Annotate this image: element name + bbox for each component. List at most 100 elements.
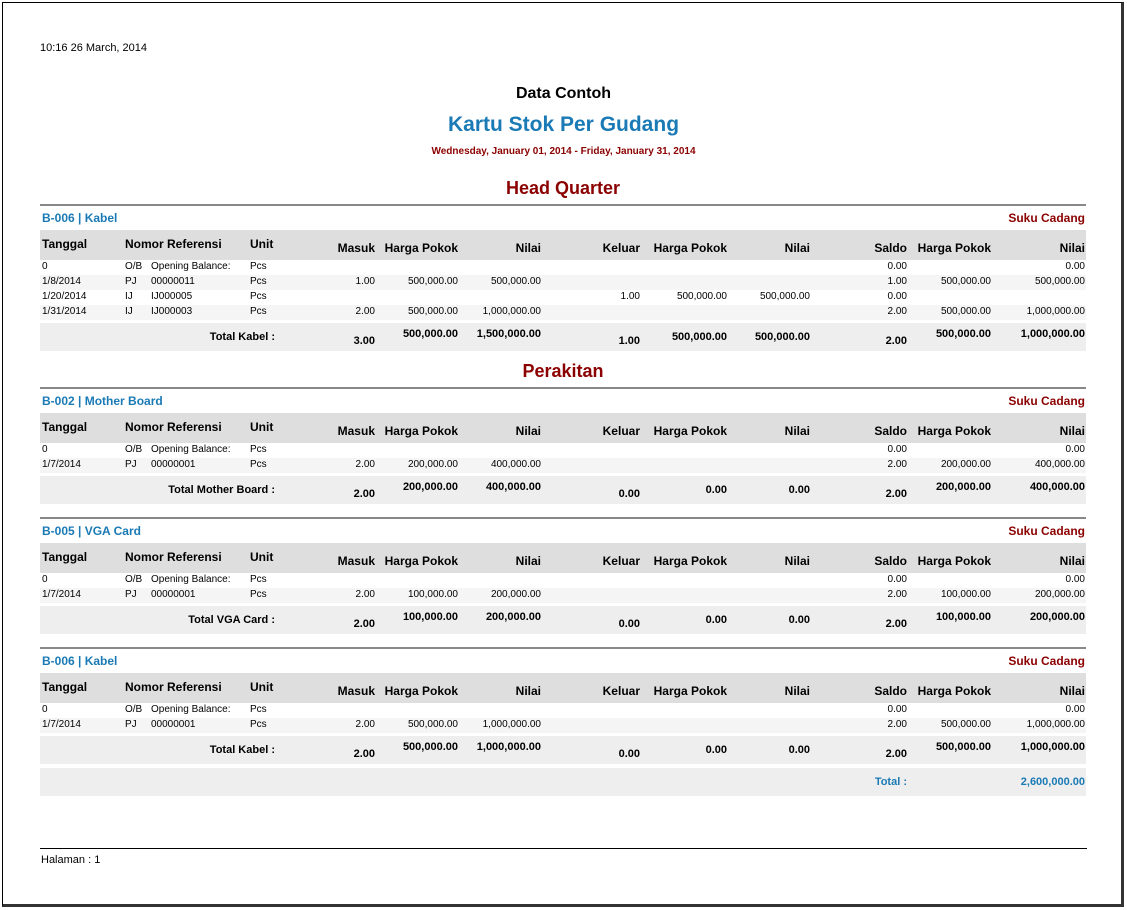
column-header-nilai-saldo: Nilai bbox=[1059, 554, 1085, 568]
table-cell: 0 bbox=[42, 261, 48, 272]
table-cell: 1.00 bbox=[620, 291, 640, 302]
table-cell: Pcs bbox=[250, 589, 267, 600]
table-row: 0 O/B Opening Balance: Pcs 0.00 0.00 bbox=[40, 703, 1086, 718]
group-total-label: Total Kabel : bbox=[209, 331, 275, 343]
table-cell: Opening Balance: bbox=[151, 444, 231, 455]
table-cell: Pcs bbox=[250, 574, 267, 585]
table-cell: Pcs bbox=[250, 306, 267, 317]
group-total-value: 0.00 bbox=[788, 744, 810, 756]
column-header-harga-pokok-saldo: Harga Pokok bbox=[917, 684, 991, 698]
column-header-tanggal: Tanggal bbox=[42, 237, 88, 251]
group-total-value: 500,000.00 bbox=[935, 328, 991, 340]
column-header-harga-pokok-masuk: Harga Pokok bbox=[384, 241, 458, 255]
table-cell: 2.00 bbox=[355, 306, 375, 317]
column-header-nilai-masuk: Nilai bbox=[515, 424, 541, 438]
column-header-harga-pokok-keluar: Harga Pokok bbox=[653, 241, 727, 255]
table-cell: IJ000003 bbox=[151, 306, 193, 317]
column-header-harga-pokok-masuk: Harga Pokok bbox=[384, 554, 458, 568]
column-header-nilai-masuk: Nilai bbox=[515, 554, 541, 568]
footer-divider bbox=[40, 848, 1087, 849]
table-cell: 500,000.00 bbox=[676, 291, 727, 302]
column-header-nilai-keluar: Nilai bbox=[784, 241, 810, 255]
group-total-value: 200,000.00 bbox=[485, 611, 541, 623]
item-category: Suku Cadang bbox=[1008, 211, 1085, 225]
table-cell: Opening Balance: bbox=[151, 261, 231, 272]
group-total-value: 100,000.00 bbox=[935, 611, 991, 623]
column-header-nomor-referensi: Nomor Referensi bbox=[125, 550, 222, 564]
table-row: 0 O/B Opening Balance: Pcs 0.00 0.00 bbox=[40, 443, 1086, 458]
table-row: 1/20/2014 IJ IJ000005 Pcs 1.00 500,000.00 500,… bbox=[40, 290, 1086, 305]
table-cell: 2.00 bbox=[887, 589, 907, 600]
table-cell: 0.00 bbox=[887, 704, 907, 715]
table-cell: 200,000.00 bbox=[490, 589, 541, 600]
group-total-value: 100,000.00 bbox=[402, 611, 458, 623]
table-cell: 200,000.00 bbox=[940, 459, 991, 470]
table-cell: 2.00 bbox=[887, 459, 907, 470]
table-cell: 500,000.00 bbox=[1034, 276, 1085, 287]
table-cell: 500,000.00 bbox=[940, 719, 991, 730]
table-cell: 500,000.00 bbox=[407, 719, 458, 730]
table-cell: 2.00 bbox=[355, 589, 375, 600]
table-cell: 00000001 bbox=[151, 719, 196, 730]
table-cell: 400,000.00 bbox=[1034, 459, 1085, 470]
table-cell: Pcs bbox=[250, 261, 267, 272]
table-cell: IJ bbox=[125, 306, 133, 317]
column-header-saldo: Saldo bbox=[874, 424, 907, 438]
table-cell: 0.00 bbox=[887, 574, 907, 585]
table-cell: Pcs bbox=[250, 459, 267, 470]
table-cell: PJ bbox=[125, 459, 137, 470]
table-cell: 0 bbox=[42, 444, 48, 455]
item-title-row: B-006 | Kabel Suku Cadang bbox=[40, 206, 1086, 230]
group-total-value: 1,000,000.00 bbox=[476, 741, 541, 753]
table-cell: O/B bbox=[125, 261, 143, 272]
column-header-keluar: Keluar bbox=[602, 554, 640, 568]
column-header-keluar: Keluar bbox=[602, 684, 640, 698]
table-cell: Pcs bbox=[250, 444, 267, 455]
column-header-tanggal: Tanggal bbox=[42, 550, 88, 564]
table-cell: 1/8/2014 bbox=[42, 276, 81, 287]
report-title: Kartu Stok Per Gudang bbox=[447, 113, 680, 136]
group-total-value: 2.00 bbox=[353, 488, 375, 500]
column-header-row: Tanggal Nomor Referensi Unit Masuk Harga Pok… bbox=[40, 230, 1086, 260]
table-cell: 1,000,000.00 bbox=[1026, 306, 1085, 317]
table-cell: 2.00 bbox=[355, 459, 375, 470]
group-total-value: 1,000,000.00 bbox=[1020, 328, 1085, 340]
group-total-value: 0.00 bbox=[618, 488, 640, 500]
table-row: 1/31/2014 IJ IJ000003 Pcs 2.00 500,000.00 1,00… bbox=[40, 305, 1086, 320]
company-name: Data Contoh bbox=[515, 85, 612, 102]
group-total-value: 1,500,000.00 bbox=[476, 328, 541, 340]
group-total-value: 0.00 bbox=[705, 484, 727, 496]
table-cell: 2.00 bbox=[887, 306, 907, 317]
group-total-value: 500,000.00 bbox=[671, 331, 727, 343]
item-code-name: B-006 | Kabel bbox=[42, 211, 118, 225]
table-cell: IJ bbox=[125, 291, 133, 302]
table-cell: 0.00 bbox=[1065, 444, 1085, 455]
page-number: Halaman : 1 bbox=[41, 854, 101, 866]
group-total-label: Total Mother Board : bbox=[168, 484, 275, 496]
table-cell: 1.00 bbox=[887, 276, 907, 287]
column-header-unit: Unit bbox=[250, 237, 274, 251]
column-header-harga-pokok-saldo: Harga Pokok bbox=[917, 554, 991, 568]
column-header-nomor-referensi: Nomor Referensi bbox=[125, 680, 222, 694]
group-total-value: 200,000.00 bbox=[935, 481, 991, 493]
column-header-keluar: Keluar bbox=[602, 241, 640, 255]
table-cell: 1/31/2014 bbox=[42, 306, 87, 317]
group-total-value: 1,000,000.00 bbox=[1020, 741, 1085, 753]
table-cell: 1/7/2014 bbox=[42, 719, 81, 730]
item-group: B-006 | Kabel Suku Cadang Tanggal Nomor Ref… bbox=[40, 647, 1086, 764]
column-header-saldo: Saldo bbox=[874, 241, 907, 255]
table-cell: 400,000.00 bbox=[490, 459, 541, 470]
column-header-saldo: Saldo bbox=[874, 554, 907, 568]
table-cell: 0.00 bbox=[887, 291, 907, 302]
column-header-nomor-referensi: Nomor Referensi bbox=[125, 237, 222, 251]
item-category: Suku Cadang bbox=[1008, 394, 1085, 408]
group-total-value: 0.00 bbox=[788, 484, 810, 496]
table-cell: 00000001 bbox=[151, 459, 196, 470]
group-total-value: 2.00 bbox=[885, 618, 907, 630]
table-cell: 100,000.00 bbox=[940, 589, 991, 600]
table-cell: O/B bbox=[125, 704, 143, 715]
table-cell: PJ bbox=[125, 276, 137, 287]
column-header-unit: Unit bbox=[250, 420, 274, 434]
table-cell: 1/20/2014 bbox=[42, 291, 87, 302]
table-cell: O/B bbox=[125, 574, 143, 585]
